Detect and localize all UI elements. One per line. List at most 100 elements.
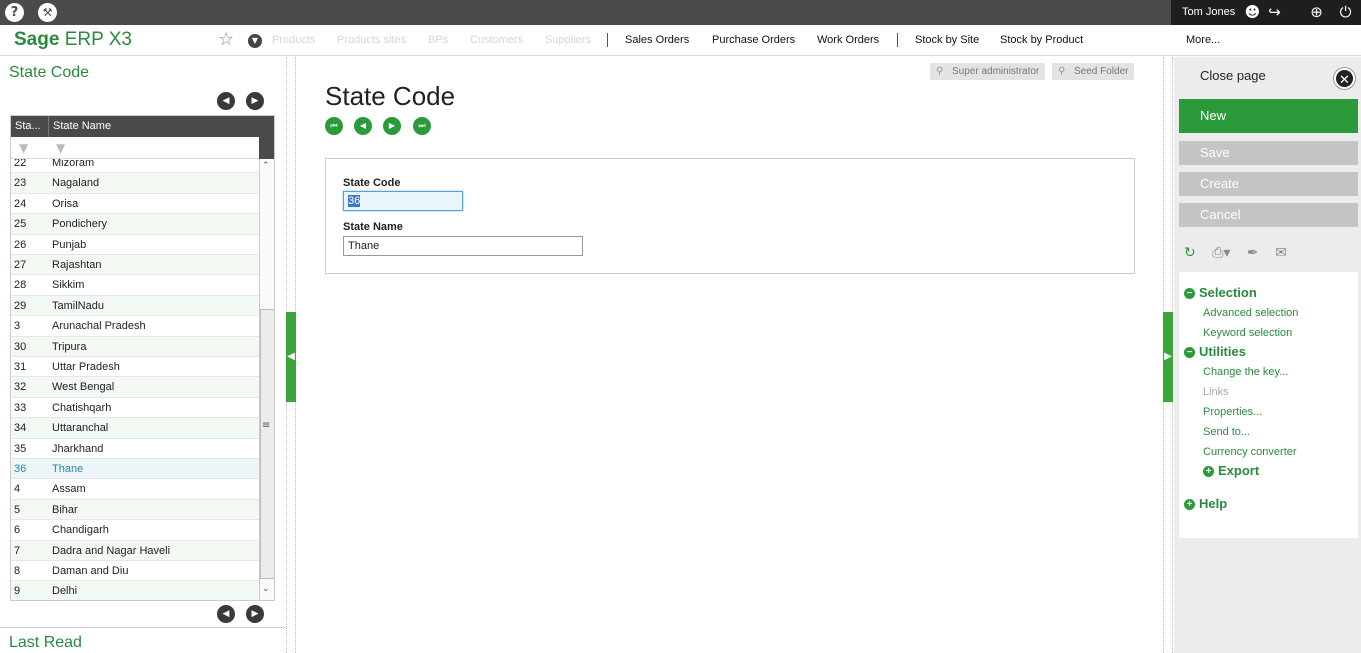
refresh-icon[interactable]: ↻	[1184, 245, 1196, 261]
section-selection[interactable]: − Selection	[1184, 285, 1257, 300]
chevron-down-icon[interactable]: ▼	[248, 34, 262, 48]
nav-item-stock-by-product[interactable]: Stock by Product	[1000, 34, 1083, 46]
nav-item-products[interactable]: Products	[272, 34, 315, 46]
link-send-to[interactable]: Send to...	[1203, 426, 1250, 438]
nav-item-stock-by-site[interactable]: Stock by Site	[915, 34, 979, 46]
cell-state-name: Pondichery	[52, 218, 108, 231]
tools-icon[interactable]: ⚒	[38, 3, 57, 22]
comment-icon[interactable]: ✉	[1275, 245, 1287, 261]
nav-item-customers[interactable]: Customers	[470, 34, 523, 46]
filter-icon[interactable]: ▼	[19, 141, 28, 155]
table-row[interactable]: 24 Orisa	[11, 194, 259, 215]
table-row[interactable]: 5 Bihar	[11, 499, 259, 521]
table-row[interactable]: 9 Delhi	[11, 581, 259, 600]
save-button[interactable]: Save	[1179, 141, 1358, 165]
link-keyword-selection[interactable]: Keyword selection	[1203, 327, 1292, 339]
grid-scrollbar[interactable]: ⌃ ≡ ⌄	[259, 159, 274, 600]
nav-item-purchase-orders[interactable]: Purchase Orders	[712, 34, 795, 46]
first-record-button[interactable]: ⏮	[325, 117, 343, 135]
power-icon[interactable]: ⏻	[1336, 3, 1355, 22]
state-code-field[interactable]: 36	[343, 191, 463, 211]
table-row[interactable]: 7 Dadra and Nagar Haveli	[11, 540, 259, 561]
table-row[interactable]: 36 Thane	[11, 459, 259, 480]
cell-state-code: 32	[14, 381, 27, 394]
state-name-field[interactable]: Thane	[343, 236, 583, 256]
table-row[interactable]: 22 Mizoram	[11, 159, 259, 174]
cell-state-name: West Bengal	[52, 381, 115, 394]
table-row[interactable]: 31 Uttar Pradesh	[11, 357, 259, 378]
cell-state-name: Tripura	[52, 340, 87, 353]
last-read-section: Last Read	[0, 627, 286, 653]
close-icon[interactable]: ✕	[1334, 68, 1355, 89]
next-record-button[interactable]: ▶	[383, 117, 401, 135]
role-badge[interactable]: ⚲ Super administrator	[930, 63, 1046, 80]
create-button[interactable]: Create	[1179, 172, 1358, 196]
cancel-button[interactable]: Cancel	[1179, 203, 1358, 227]
logo[interactable]: Sage ERP X3	[14, 29, 132, 51]
print-icon[interactable]: ⎙▾	[1212, 245, 1230, 261]
filter-icon[interactable]: ▼	[56, 141, 65, 155]
cell-state-name: Orisa	[52, 197, 79, 210]
column-divider[interactable]	[48, 116, 49, 137]
table-row[interactable]: 3 Arunachal Pradesh	[11, 316, 259, 337]
section-help[interactable]: + Help	[1184, 496, 1227, 511]
next-record-button[interactable]: ▶	[246, 605, 264, 623]
attachment-icon[interactable]: ✒	[1247, 245, 1259, 261]
expand-icon: +	[1184, 499, 1195, 510]
cell-state-name: Thane	[52, 463, 84, 475]
nav-more[interactable]: More...	[1186, 34, 1220, 46]
link-change-key[interactable]: Change the key...	[1203, 366, 1288, 378]
nav-item-bps[interactable]: BPs	[428, 34, 448, 46]
star-icon[interactable]: ☆	[218, 29, 234, 50]
table-row[interactable]: 6 Chandigarh	[11, 520, 259, 541]
section-export[interactable]: + Export	[1203, 463, 1259, 478]
nav-item-sales-orders[interactable]: Sales Orders	[625, 34, 689, 46]
help-icon[interactable]: ?	[5, 3, 24, 22]
cell-state-name: Delhi	[52, 585, 78, 598]
link-advanced-selection[interactable]: Advanced selection	[1203, 307, 1298, 319]
prev-page-button[interactable]: ◀	[217, 92, 235, 110]
table-row[interactable]: 29 TamilNadu	[11, 295, 259, 317]
new-button[interactable]: New	[1179, 99, 1358, 133]
folder-badge[interactable]: ⚲ Seed Folder	[1052, 63, 1135, 80]
table-row[interactable]: 23 Nagaland	[11, 173, 259, 194]
last-record-button[interactable]: ⏭	[413, 117, 431, 135]
nav-item-suppliers[interactable]: Suppliers	[545, 34, 591, 46]
table-row[interactable]: 26 Punjab	[11, 235, 259, 255]
prev-record-button[interactable]: ◀	[217, 605, 235, 623]
table-row[interactable]: 33 Chatishqarh	[11, 398, 259, 419]
scroll-thumb[interactable]: ≡	[260, 309, 274, 579]
next-page-button[interactable]: ▶	[246, 92, 264, 110]
logout-icon[interactable]: ↪	[1265, 3, 1284, 22]
collapse-right-icon[interactable]: ▶	[1163, 312, 1173, 402]
left-splitter[interactable]: ◀	[286, 57, 296, 653]
table-row[interactable]: 27 Rajashtan	[11, 255, 259, 276]
table-row[interactable]: 8 Daman and Diu	[11, 561, 259, 582]
user-avatar-icon[interactable]: ☻	[1243, 3, 1262, 22]
close-page-label[interactable]: Close page	[1200, 68, 1266, 83]
link-currency-converter[interactable]: Currency converter	[1203, 446, 1297, 458]
table-row[interactable]: 25 Pondichery	[11, 214, 259, 235]
table-row[interactable]: 28 Sikkim	[11, 275, 259, 296]
table-row[interactable]: 35 Jharkhand	[11, 439, 259, 459]
right-splitter[interactable]: ▶	[1163, 57, 1173, 653]
user-name[interactable]: Tom Jones	[1182, 6, 1235, 18]
nav-item-work-orders[interactable]: Work Orders	[817, 34, 879, 46]
table-row[interactable]: 4 Assam	[11, 479, 259, 500]
last-read-title[interactable]: Last Read	[9, 634, 82, 652]
table-row[interactable]: 34 Uttaranchal	[11, 418, 259, 439]
sites-icon[interactable]: ⊕	[1307, 3, 1326, 22]
section-utilities[interactable]: − Utilities	[1184, 344, 1246, 359]
column-header-name[interactable]: State Name	[53, 120, 111, 132]
scroll-down-icon[interactable]: ⌄	[262, 584, 270, 594]
table-row[interactable]: 32 West Bengal	[11, 377, 259, 398]
scroll-up-icon[interactable]: ⌃	[262, 161, 270, 171]
cell-state-code: 5	[14, 503, 21, 516]
collapse-left-icon[interactable]: ◀	[286, 312, 296, 402]
table-row[interactable]: 30 Tripura	[11, 336, 259, 357]
nav-item-products-sites[interactable]: Products sites	[337, 34, 406, 46]
previous-record-button[interactable]: ◀	[354, 117, 372, 135]
column-header-code[interactable]: Sta...	[15, 120, 41, 132]
link-properties[interactable]: Properties...	[1203, 406, 1262, 418]
cell-state-name: Chandigarh	[52, 524, 109, 537]
